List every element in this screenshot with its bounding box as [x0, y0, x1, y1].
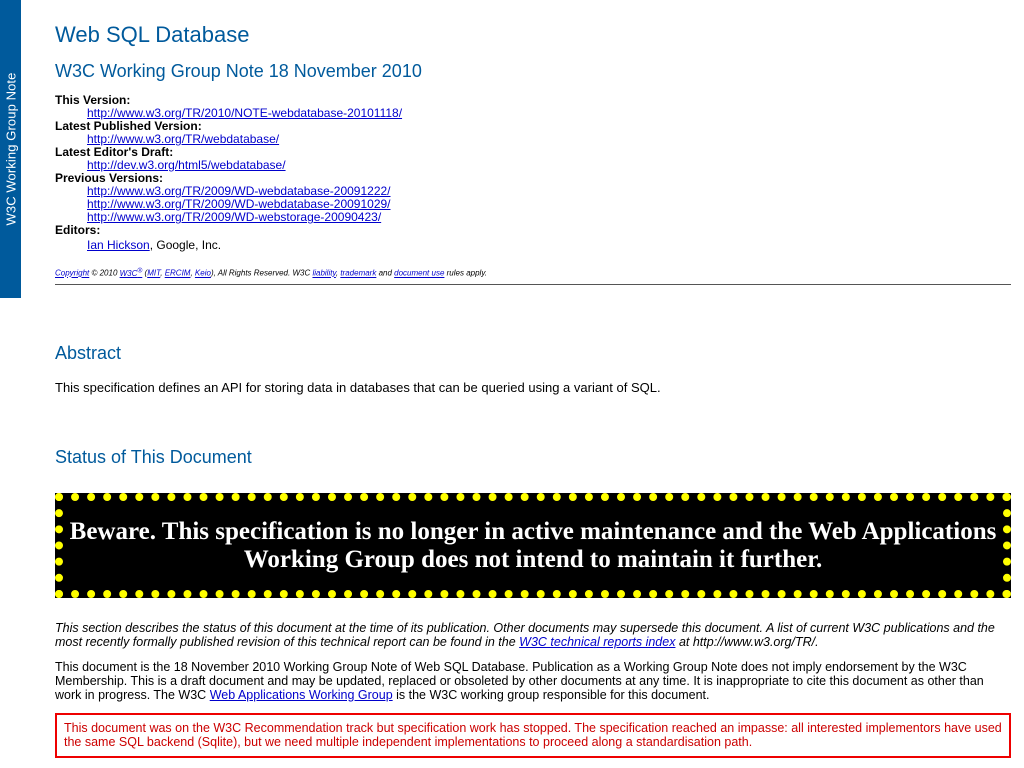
copyright-link[interactable]: Copyright: [55, 269, 89, 278]
copyright-text-1: © 2010: [89, 268, 120, 278]
ercim-link[interactable]: ERCIM: [165, 269, 191, 278]
discontinued-notice-text: This document was on the W3C Recommendat…: [64, 721, 1002, 749]
previous-version-link-3[interactable]: http://www.w3.org/TR/2009/WD-webstorage-…: [87, 210, 381, 224]
logo-text: W3C Working Group Note: [3, 72, 18, 226]
status-body-paragraph: This document is the 18 November 2010 Wo…: [55, 660, 1011, 702]
latest-editor-draft-link[interactable]: http://dev.w3.org/html5/webdatabase/: [87, 158, 286, 172]
liability-link[interactable]: liability: [312, 269, 335, 278]
this-version-link[interactable]: http://www.w3.org/TR/2010/NOTE-webdataba…: [87, 106, 402, 120]
trademark-link[interactable]: trademark: [340, 269, 376, 278]
web-applications-working-group-link[interactable]: Web Applications Working Group: [210, 688, 393, 702]
document-use-link[interactable]: document use: [394, 269, 444, 278]
copyright-and: and: [376, 268, 395, 278]
w3c-link-text: W3C: [119, 268, 138, 278]
header-divider: [55, 284, 1011, 285]
page-subtitle: W3C Working Group Note 18 November 2010: [55, 61, 422, 81]
copyright-notice: Copyright © 2010 W3C® (MIT, ERCIM, Keio)…: [55, 267, 487, 278]
editor-name-link[interactable]: Ian Hickson: [87, 238, 150, 252]
w3c-link[interactable]: W3C®: [119, 267, 143, 278]
status-intro-text-2: at http://www.w3.org/TR/.: [675, 635, 819, 649]
beware-banner: Beware. This specification is no longer …: [55, 493, 1011, 598]
latest-published-link[interactable]: http://www.w3.org/TR/webdatabase/: [87, 132, 279, 146]
status-body-text-2: is the W3C working group responsible for…: [392, 688, 710, 702]
keio-link[interactable]: Keio: [195, 269, 211, 278]
previous-version-link-2[interactable]: http://www.w3.org/TR/2009/WD-webdatabase…: [87, 197, 391, 211]
page-title: Web SQL Database: [55, 22, 250, 47]
editors-label: Editors:: [55, 223, 101, 237]
abstract-text: This specification defines an API for st…: [55, 380, 661, 395]
discontinued-notice: This document was on the W3C Recommendat…: [55, 713, 1011, 758]
mit-link[interactable]: MIT: [147, 269, 160, 278]
status-heading: Status of This Document: [55, 447, 252, 467]
document-metadata: This Version: http://www.w3.org/TR/2010/…: [55, 94, 402, 252]
w3c-working-group-note-logo[interactable]: W3C Working Group Note: [0, 0, 21, 298]
abstract-heading: Abstract: [55, 343, 122, 363]
status-intro-paragraph: This section describes the status of thi…: [55, 621, 1011, 649]
beware-text: Beware. This specification is no longer …: [69, 517, 997, 573]
w3c-technical-reports-index-link[interactable]: W3C technical reports index: [519, 635, 675, 649]
editor-affiliation: , Google, Inc.: [149, 238, 222, 252]
copyright-tail: rules apply.: [444, 268, 487, 278]
copyright-text-3: ), All Rights Reserved. W3C: [210, 268, 313, 278]
previous-version-link-1[interactable]: http://www.w3.org/TR/2009/WD-webdatabase…: [87, 184, 391, 198]
